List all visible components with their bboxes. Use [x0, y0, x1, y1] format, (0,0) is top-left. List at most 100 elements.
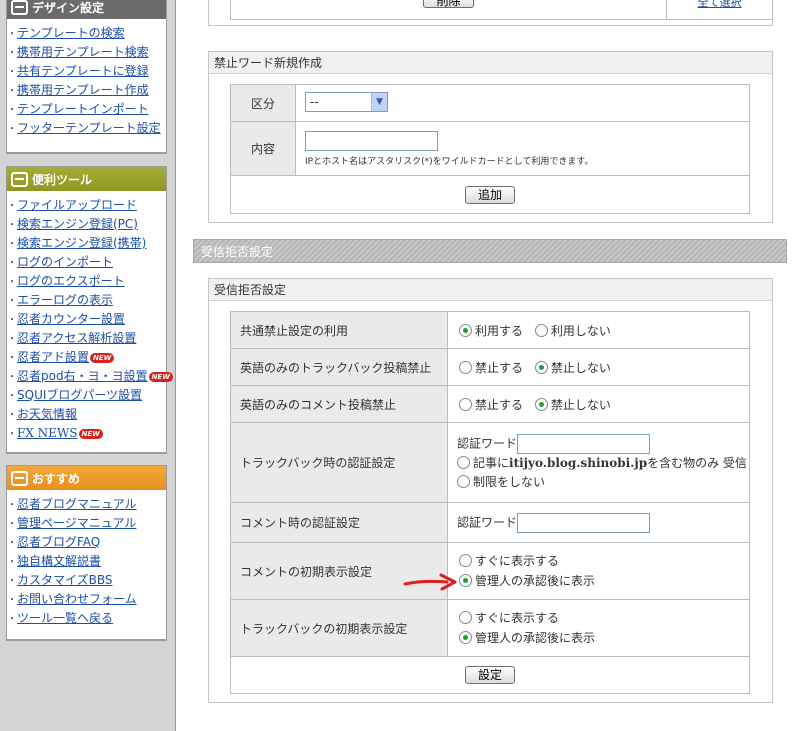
ng-word-form-table: 区分 -- ▼ 内容 IPとホスト名はアスタリスク(*)をワイルドカードとして利…	[230, 84, 750, 214]
link-search-engine-pc[interactable]: 検索エンジン登録(PC)	[17, 217, 138, 231]
tools-box: 便利ツール ファイルアップロード 検索エンジン登録(PC) 検索エンジン登録(携…	[6, 166, 173, 454]
list-item: 携帯用テンプレート検索	[13, 43, 166, 62]
category-label: 区分	[230, 84, 296, 122]
list-item: エラーログの表示	[13, 291, 166, 310]
radio-selected[interactable]	[534, 397, 548, 411]
link-back-to-tools[interactable]: ツール一覧へ戻る	[17, 611, 113, 625]
link-file-upload[interactable]: ファイルアップロード	[17, 198, 137, 212]
link-template-import[interactable]: テンプレートインポート	[17, 102, 149, 116]
new-badge: NEW	[90, 352, 115, 363]
comment-display-immediate-option[interactable]: すぐに表示する	[459, 551, 749, 571]
recommend-title: おすすめ	[32, 471, 81, 486]
tools-list: ファイルアップロード 検索エンジン登録(PC) 検索エンジン登録(携帯) ログの…	[7, 191, 173, 449]
list-item: カスタマイズBBS	[13, 571, 166, 590]
link-weather[interactable]: お天気情報	[17, 407, 77, 421]
link-ninja-analytics[interactable]: 忍者アクセス解析設置	[17, 331, 136, 345]
link-error-log[interactable]: エラーログの表示	[17, 293, 113, 307]
link-syntax-guide[interactable]: 独自構文解説書	[17, 554, 101, 568]
radio[interactable]	[459, 554, 472, 567]
radio-selected[interactable]	[459, 631, 472, 644]
radio[interactable]	[534, 323, 548, 337]
new-badge: NEW	[148, 371, 173, 382]
list-item: フッターテンプレート設定	[13, 119, 166, 138]
comment-display-approval-option[interactable]: 管理人の承認後に表示	[459, 571, 749, 591]
tb-auth-no-limit-option[interactable]: 制限をしない	[457, 473, 749, 492]
list-item: ログのエクスポート	[13, 272, 166, 291]
radio-selected[interactable]	[459, 323, 472, 337]
list-item: 管理ページマニュアル	[13, 514, 166, 533]
design-settings-box: デザイン設定 テンプレートの検索 携帯用テンプレート検索 共有テンプレートに登録…	[6, 0, 167, 154]
radio[interactable]	[457, 474, 470, 488]
toolbox-icon	[11, 171, 28, 187]
comment-english-ban-on-option[interactable]: 禁止する	[459, 397, 523, 412]
tb-display-label: トラックバックの初期表示設定	[230, 599, 448, 657]
design-settings-header: デザイン設定	[7, 0, 166, 19]
link-log-export[interactable]: ログのエクスポート	[17, 274, 125, 288]
list-item: ログのインポート	[13, 253, 166, 272]
radio[interactable]	[459, 611, 472, 624]
link-contact-form[interactable]: お問い合わせフォーム	[17, 592, 137, 606]
content-hint: IPとホスト名はアスタリスク(*)をワイルドカードとして利用できます。	[305, 157, 594, 167]
list-item: 忍者カウンター設置	[13, 310, 166, 329]
link-fx-news[interactable]: FX NEWS	[17, 426, 78, 440]
tb-english-ban-on-option[interactable]: 禁止する	[459, 360, 523, 375]
link-footer-template[interactable]: フッターテンプレート設定	[17, 121, 161, 135]
previous-list-table: 削除 全て選択	[230, 0, 773, 20]
reject-settings-panel: 受信拒否設定 共通禁止設定の利用 利用する 利用しない 英語のみのトラックバック…	[208, 278, 773, 703]
recommend-list: 忍者ブログマニュアル 管理ページマニュアル 忍者ブログFAQ 独自構文解説書 カ…	[7, 490, 166, 634]
link-mobile-template-create[interactable]: 携帯用テンプレート作成	[17, 83, 149, 97]
content-label: 内容	[230, 121, 296, 176]
tb-english-ban-off-option[interactable]: 禁止しない	[534, 360, 611, 375]
radio-selected[interactable]	[459, 574, 472, 587]
list-item: 忍者ブログマニュアル	[13, 495, 166, 514]
list-item: 携帯用テンプレート作成	[13, 81, 166, 100]
list-item: FX NEWSNEW	[13, 424, 166, 443]
tb-display-approval-option[interactable]: 管理人の承認後に表示	[459, 628, 749, 648]
submit-settings-button[interactable]: 設定	[464, 666, 515, 684]
radio[interactable]	[457, 455, 470, 469]
link-template-search[interactable]: テンプレートの検索	[17, 26, 125, 40]
tb-auth-label: トラックバック時の認証設定	[230, 422, 448, 503]
tools-title: 便利ツール	[32, 172, 93, 187]
comment-auth-label: コメント時の認証設定	[230, 502, 448, 543]
link-blog-faq[interactable]: 忍者ブログFAQ	[17, 535, 100, 549]
list-item: 忍者pod右・ヨ・ヨ設置NEW	[13, 367, 173, 386]
list-item: ファイルアップロード	[13, 196, 166, 215]
radio[interactable]	[459, 360, 472, 374]
reject-panel-title: 受信拒否設定	[209, 279, 772, 301]
category-select[interactable]: -- ▼	[305, 91, 388, 112]
add-button[interactable]: 追加	[464, 185, 515, 204]
palette-icon	[11, 0, 28, 15]
link-ninja-pod[interactable]: 忍者pod右・ヨ・ヨ設置	[17, 369, 148, 383]
main-content: 削除 全て選択 禁止ワード新規作成 区分 -- ▼ 内容 IPとホスト名はアスタ…	[176, 0, 803, 731]
radio[interactable]	[459, 397, 472, 411]
select-all-link[interactable]: 全て選択	[698, 0, 742, 9]
link-ninja-ad[interactable]: 忍者アド設置	[17, 350, 89, 364]
comment-english-ban-off-option[interactable]: 禁止しない	[534, 397, 611, 412]
comment-auth-word-input[interactable]	[517, 512, 651, 533]
link-admin-manual[interactable]: 管理ページマニュアル	[17, 516, 136, 530]
common-ban-use-option[interactable]: 利用する	[459, 323, 523, 338]
tb-display-immediate-option[interactable]: すぐに表示する	[459, 608, 749, 628]
link-ninja-counter[interactable]: 忍者カウンター設置	[17, 312, 125, 326]
link-shared-template-register[interactable]: 共有テンプレートに登録	[17, 64, 149, 78]
content-input[interactable]	[305, 131, 438, 151]
tb-english-ban-label: 英語のみのトラックバック投稿禁止	[230, 348, 448, 386]
delete-button[interactable]: 削除	[423, 0, 474, 8]
link-blog-manual[interactable]: 忍者ブログマニュアル	[17, 497, 137, 511]
radio-selected[interactable]	[534, 360, 548, 374]
tb-auth-article-option[interactable]: 記事にitijyo.blog.shinobi.jpを含む物のみ 受信	[457, 454, 749, 473]
link-mobile-template-search[interactable]: 携帯用テンプレート検索	[17, 45, 149, 59]
ng-word-create-panel: 禁止ワード新規作成 区分 -- ▼ 内容 IPとホスト名はアスタリスク(*)をワ…	[208, 51, 773, 223]
list-item: 独自構文解説書	[13, 552, 166, 571]
chevron-down-icon: ▼	[371, 92, 387, 111]
comment-english-ban-label: 英語のみのコメント投稿禁止	[230, 385, 448, 423]
link-search-engine-mobile[interactable]: 検索エンジン登録(携帯)	[17, 236, 146, 250]
tb-auth-word-input[interactable]	[517, 433, 651, 454]
link-log-import[interactable]: ログのインポート	[17, 255, 113, 269]
common-ban-nouse-option[interactable]: 利用しない	[534, 323, 611, 338]
link-customize-bbs[interactable]: カスタマイズBBS	[17, 573, 113, 587]
list-item: 共有テンプレートに登録	[13, 62, 166, 81]
list-item: 忍者アクセス解析設置	[13, 329, 166, 348]
link-squi-parts[interactable]: SQUIブログパーツ設置	[17, 388, 142, 402]
